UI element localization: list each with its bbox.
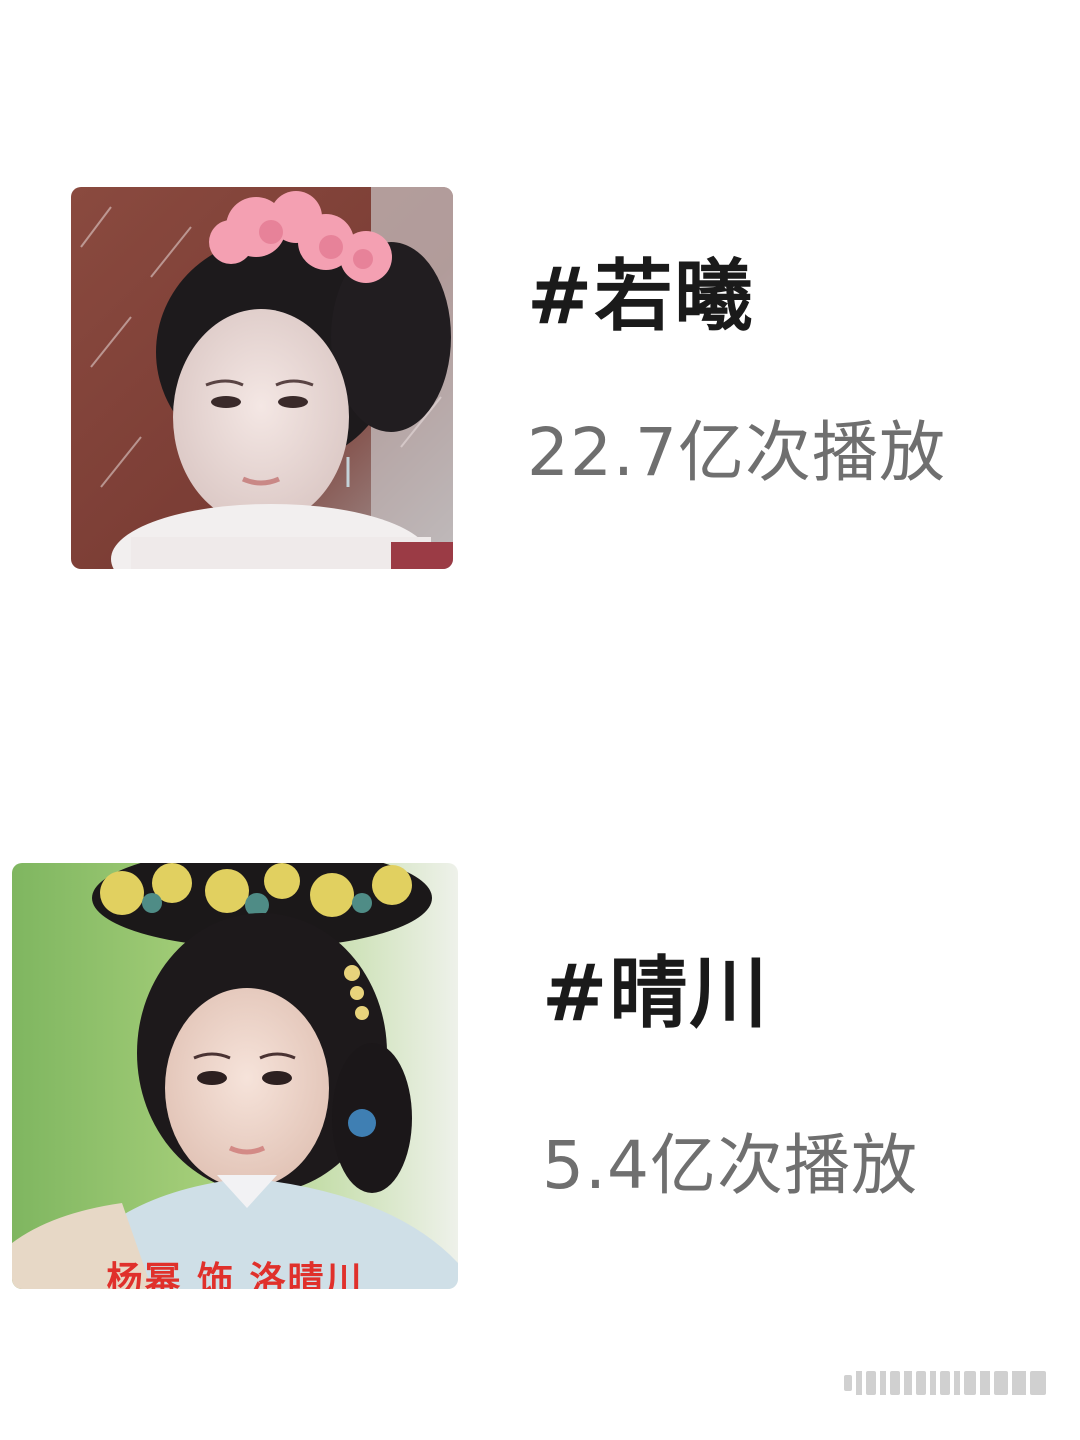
thumbnail-caption: 杨幂 饰 洛晴川: [106, 1260, 364, 1289]
topic-thumbnail-ruoxi[interactable]: [71, 187, 453, 569]
portrait-image: [71, 187, 453, 569]
watermark-logo: [844, 1369, 1054, 1404]
topic-card-qingchuan[interactable]: 杨幂 饰 洛晴川 #晴川 5.4亿次播放: [0, 680, 1080, 1360]
play-count: 5.4亿次播放: [542, 1127, 918, 1204]
portrait-image: [12, 863, 458, 1289]
topic-thumbnail-qingchuan[interactable]: 杨幂 饰 洛晴川: [12, 863, 458, 1289]
topic-card-ruoxi[interactable]: #若曦 22.7亿次播放: [0, 0, 1080, 640]
topic-title[interactable]: #若曦: [527, 258, 754, 336]
play-count: 22.7亿次播放: [527, 414, 946, 491]
topic-title[interactable]: #晴川: [542, 955, 769, 1033]
